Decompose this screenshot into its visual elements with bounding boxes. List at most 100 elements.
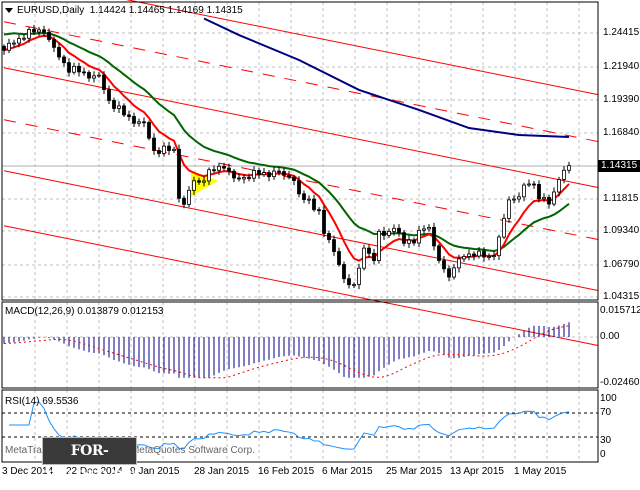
bear-candle: [142, 121, 146, 124]
bull-candle: [37, 29, 41, 33]
bull-candle: [387, 231, 391, 236]
bull-candle: [567, 165, 571, 171]
bear-candle: [347, 278, 351, 286]
bull-candle: [357, 267, 361, 285]
macd-axis-label: 0.00: [600, 331, 620, 342]
bear-candle: [432, 226, 436, 247]
date-axis-label: 25 Mar 2015: [386, 466, 443, 477]
bull-candle: [17, 38, 21, 44]
bear-candle: [47, 32, 51, 40]
bear-candle: [222, 165, 226, 169]
channel-line[interactable]: [3, 67, 599, 189]
bull-candle: [467, 253, 471, 257]
date-axis-label: 13 Apr 2015: [450, 466, 504, 477]
channel-line[interactable]: [3, 21, 599, 143]
bear-candle: [442, 260, 446, 270]
bear-candle: [102, 74, 106, 90]
price-axis-label: 1.24415: [603, 27, 640, 38]
bear-candle: [327, 233, 331, 241]
bear-candle: [167, 145, 171, 151]
dropdown-triangle-icon[interactable]: [5, 7, 13, 13]
bear-candle: [122, 105, 126, 116]
rsi-axis-label: 30: [600, 435, 612, 446]
bear-candle: [302, 193, 306, 200]
bear-candle: [537, 183, 541, 200]
bear-candle: [127, 114, 131, 117]
date-axis-label: 16 Feb 2015: [258, 466, 315, 477]
rsi-axis-label: 70: [600, 407, 612, 418]
rsi-axis-label: 0: [600, 449, 606, 460]
bear-candle: [447, 268, 451, 278]
bull-candle: [492, 255, 496, 258]
bull-candle: [117, 105, 121, 109]
bull-candle: [72, 65, 76, 73]
bear-candle: [197, 180, 201, 183]
bear-candle: [282, 171, 286, 176]
bull-candle: [487, 256, 491, 258]
bull-candle: [407, 239, 411, 244]
price-axis-label: 1.19390: [603, 94, 640, 105]
macd-panel-plot: [2, 322, 598, 379]
rsi-axis-label: 100: [600, 393, 617, 404]
bear-candle: [337, 251, 341, 265]
bear-candle: [317, 209, 321, 212]
bull-candle: [22, 37, 26, 40]
bull-candle: [497, 236, 501, 257]
bear-candle: [67, 62, 71, 73]
bull-candle: [422, 228, 426, 231]
bear-candle: [402, 232, 406, 244]
bull-candle: [527, 183, 531, 186]
bull-candle: [187, 189, 191, 205]
grid: [2, 2, 598, 462]
bear-candle: [342, 264, 346, 280]
bear-candle: [287, 174, 291, 178]
bull-candle: [462, 256, 466, 260]
bull-candle: [27, 29, 31, 39]
bear-candle: [547, 197, 551, 205]
bull-candle: [427, 226, 431, 230]
date-axis-label: 1 May 2015: [514, 466, 567, 477]
price-axis-label: 1.16840: [603, 127, 640, 138]
bear-candle: [107, 89, 111, 101]
bull-candle: [217, 165, 221, 171]
bear-candle: [367, 247, 371, 254]
bear-candle: [2, 45, 6, 51]
price-axis-label: 1.06790: [603, 259, 640, 270]
for-trader-logo: FOR-TRADER.RU: [42, 437, 137, 485]
bull-candle: [542, 197, 546, 200]
rsi-label: RSI(14) 69.5536: [5, 396, 79, 407]
chart-canvas[interactable]: [0, 0, 640, 480]
moving-averages: [3, 17, 570, 262]
bull-candle: [307, 198, 311, 201]
bull-candle: [272, 170, 276, 178]
bear-candle: [52, 39, 56, 48]
bull-candle: [512, 198, 516, 201]
bear-candle: [237, 177, 241, 180]
price-axis-label: 1.11815: [603, 193, 639, 204]
bear-candle: [397, 227, 401, 234]
bear-candle: [332, 239, 336, 252]
fast-ma-line: [3, 34, 570, 262]
bear-candle: [87, 72, 91, 79]
bear-candle: [177, 148, 181, 199]
bear-candle: [257, 170, 261, 175]
bull-candle: [202, 180, 206, 183]
bull-candle: [162, 145, 166, 154]
bear-candle: [132, 116, 136, 124]
panel-frame: [1, 1, 599, 301]
macd-axis-label: -0.024603: [600, 377, 640, 388]
bear-candle: [82, 71, 86, 74]
symbol-label: EURUSD,Daily: [17, 5, 85, 16]
bear-candle: [112, 100, 116, 109]
bear-candle: [232, 170, 236, 179]
bear-candle: [267, 172, 271, 178]
price-axis-label: 1.04315: [603, 291, 640, 302]
bear-candle: [157, 150, 161, 154]
bull-candle: [362, 247, 366, 269]
bear-candle: [227, 167, 231, 172]
bull-candle: [517, 196, 521, 200]
bear-candle: [292, 176, 296, 182]
bull-candle: [377, 230, 381, 261]
macd-axis-label: 0.015712: [600, 305, 640, 316]
bear-candle: [372, 252, 376, 261]
